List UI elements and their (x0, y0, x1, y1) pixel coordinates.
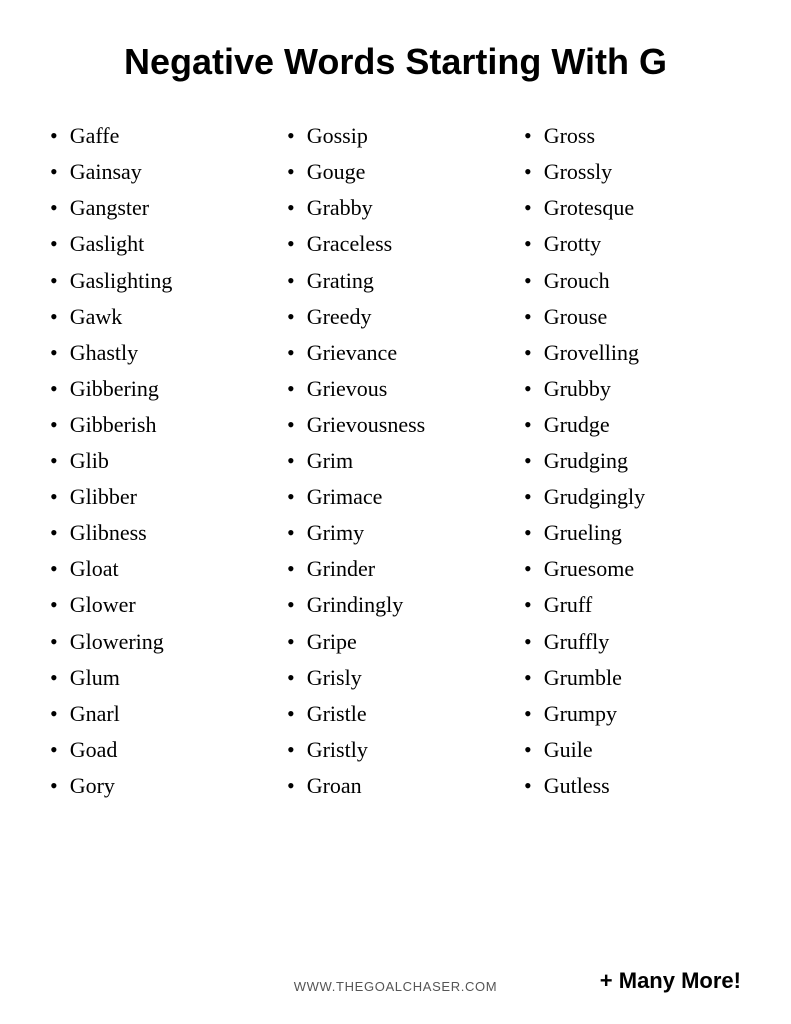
word-column-col3: GrossGrosslyGrotesqueGrottyGrouchGrouseG… (514, 119, 751, 932)
list-item: Gaffe (50, 119, 267, 153)
list-item: Grimace (287, 480, 504, 514)
list-item: Grotty (524, 227, 741, 261)
list-item: Gainsay (50, 155, 267, 189)
list-item: Glower (50, 588, 267, 622)
footer-url: WWW.THEGOALCHASER.COM (280, 979, 510, 994)
list-item: Greedy (287, 300, 504, 334)
page-title: Negative Words Starting With G (124, 40, 667, 83)
list-item: Grievous (287, 372, 504, 406)
list-item: Gangster (50, 191, 267, 225)
list-item: Glowering (50, 625, 267, 659)
list-item: Gory (50, 769, 267, 803)
list-item: Gutless (524, 769, 741, 803)
list-item: Grouch (524, 264, 741, 298)
list-item: Grabby (287, 191, 504, 225)
list-item: Gibbering (50, 372, 267, 406)
list-item: Gruff (524, 588, 741, 622)
list-item: Gaslight (50, 227, 267, 261)
list-item: Gaslighting (50, 264, 267, 298)
word-list-col1: GaffeGainsayGangsterGaslightGaslightingG… (50, 119, 267, 805)
list-item: Grouse (524, 300, 741, 334)
list-item: Gripe (287, 625, 504, 659)
list-item: Gruesome (524, 552, 741, 586)
list-item: Grinder (287, 552, 504, 586)
list-item: Goad (50, 733, 267, 767)
list-item: Grudgingly (524, 480, 741, 514)
list-item: Glum (50, 661, 267, 695)
list-item: Gloat (50, 552, 267, 586)
list-item: Grubby (524, 372, 741, 406)
list-item: Grudge (524, 408, 741, 442)
word-column-col1: GaffeGainsayGangsterGaslightGaslightingG… (40, 119, 277, 932)
list-item: Grimy (287, 516, 504, 550)
list-item: Glib (50, 444, 267, 478)
list-item: Gawk (50, 300, 267, 334)
list-item: Grossly (524, 155, 741, 189)
list-item: Grueling (524, 516, 741, 550)
list-item: Grovelling (524, 336, 741, 370)
list-item: Graceless (287, 227, 504, 261)
list-item: Grisly (287, 661, 504, 695)
word-columns: GaffeGainsayGangsterGaslightGaslightingG… (40, 119, 751, 932)
word-column-col2: GossipGougeGrabbyGracelessGratingGreedyG… (277, 119, 514, 932)
word-list-col2: GossipGougeGrabbyGracelessGratingGreedyG… (287, 119, 504, 805)
list-item: Glibber (50, 480, 267, 514)
list-item: Gossip (287, 119, 504, 153)
list-item: Gruffly (524, 625, 741, 659)
list-item: Grim (287, 444, 504, 478)
list-item: Grating (287, 264, 504, 298)
list-item: Guile (524, 733, 741, 767)
list-item: Groan (287, 769, 504, 803)
list-item: Gouge (287, 155, 504, 189)
list-item: Grotesque (524, 191, 741, 225)
list-item: Gristly (287, 733, 504, 767)
footer: WWW.THEGOALCHASER.COM + Many More! (40, 968, 751, 994)
list-item: Grievance (287, 336, 504, 370)
list-item: Grumpy (524, 697, 741, 731)
list-item: Gibberish (50, 408, 267, 442)
list-item: Ghastly (50, 336, 267, 370)
list-item: Grumble (524, 661, 741, 695)
list-item: Grievousness (287, 408, 504, 442)
list-item: Gnarl (50, 697, 267, 731)
word-list-col3: GrossGrosslyGrotesqueGrottyGrouchGrouseG… (524, 119, 741, 805)
list-item: Gristle (287, 697, 504, 731)
footer-more: + Many More! (511, 968, 741, 994)
list-item: Grudging (524, 444, 741, 478)
list-item: Grindingly (287, 588, 504, 622)
list-item: Glibness (50, 516, 267, 550)
list-item: Gross (524, 119, 741, 153)
